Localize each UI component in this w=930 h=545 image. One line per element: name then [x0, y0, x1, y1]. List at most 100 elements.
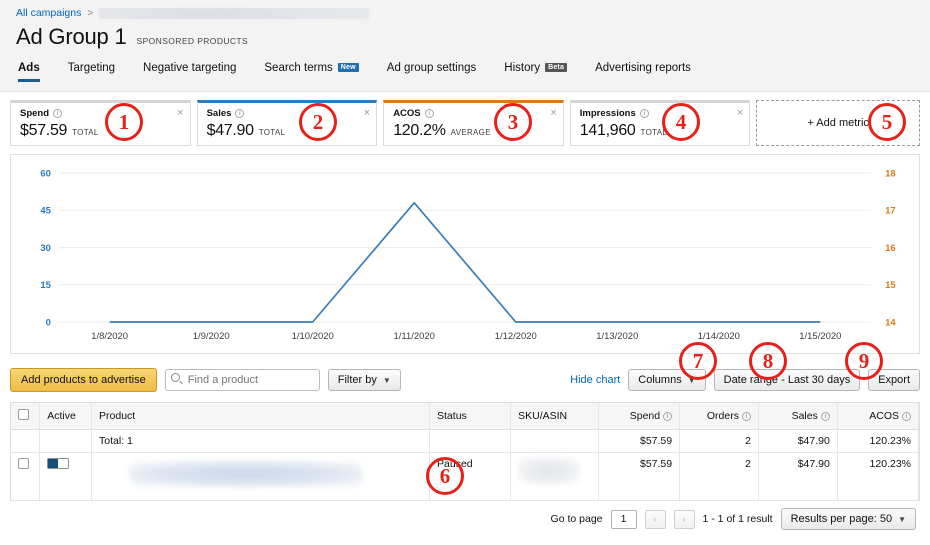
table-header-row: Active Product Status SKU/ASIN Spend i Or… — [11, 403, 920, 430]
info-icon[interactable]: i — [235, 109, 245, 118]
svg-text:1/15/2020: 1/15/2020 — [799, 331, 841, 342]
svg-text:15: 15 — [885, 280, 896, 291]
tab-negative-targeting[interactable]: Negative targeting — [143, 62, 252, 82]
column-active[interactable]: Active — [39, 403, 93, 430]
svg-text:45: 45 — [40, 206, 51, 217]
results-per-page-label: Results per page: 50 — [790, 513, 893, 525]
metric-close-icon[interactable]: × — [177, 108, 183, 119]
metric-unit: TOTAL — [72, 128, 99, 137]
info-icon[interactable]: i — [820, 411, 830, 421]
metric-value-row: 141,960 TOTAL — [580, 122, 742, 140]
info-icon[interactable]: i — [424, 109, 434, 118]
metric-close-icon[interactable]: × — [737, 108, 743, 119]
metric-card-acos[interactable]: ACOS i × 120.2% AVERAGE — [383, 100, 564, 146]
row-sku-cell — [510, 452, 599, 501]
total-product-cell: Total: 1 — [91, 429, 431, 453]
metric-name: Spend — [20, 108, 50, 119]
column-sales[interactable]: Sales i — [758, 403, 838, 430]
column-sku-asin[interactable]: SKU/ASIN — [510, 403, 599, 430]
metric-card-sales[interactable]: Sales i × $47.90 TOTAL — [196, 100, 378, 146]
go-to-page-label: Go to page — [550, 513, 603, 525]
row-sales-cell: $47.90 — [758, 452, 838, 501]
total-status-cell — [429, 429, 512, 453]
column-product-label: Product — [99, 410, 136, 422]
column-orders-label: Orders — [706, 410, 739, 422]
export-button[interactable]: Export — [868, 369, 920, 391]
tab-label: Search terms — [264, 62, 333, 74]
row-checkbox[interactable] — [18, 458, 29, 469]
metric-unit: TOTAL — [640, 128, 668, 137]
svg-text:14: 14 — [885, 317, 896, 328]
svg-text:60: 60 — [40, 168, 51, 179]
tab-ads[interactable]: Ads — [18, 62, 56, 82]
metric-card-row: Spend i × $57.59 TOTAL Sales i × $47.90 TOTAL ACOS… — [0, 92, 930, 154]
info-icon[interactable]: i — [902, 411, 911, 421]
tab-label: Targeting — [67, 62, 116, 74]
add-products-to-advertise-button[interactable]: Add products to advertise — [10, 368, 157, 392]
metric-card-impressions[interactable]: Impressions i × 141,960 TOTAL — [569, 100, 751, 146]
total-spend-cell: $57.59 — [598, 429, 681, 453]
next-page-icon[interactable]: › — [673, 509, 695, 529]
tab-advertising-reports[interactable]: Advertising reports — [595, 62, 707, 82]
breadcrumb-all-campaigns[interactable]: All campaigns — [16, 7, 81, 19]
performance-chart-panel: 0 15 30 45 60 14 15 16 17 18 1/8/2020 1/9/2020 1/10/… — [10, 154, 920, 354]
table-head: Active Product Status SKU/ASIN Spend i Or… — [11, 403, 920, 430]
metric-head: Spend i — [20, 108, 182, 119]
search-input[interactable] — [164, 369, 320, 391]
tab-bar: Ads Targeting Negative targeting Search ter… — [0, 50, 930, 82]
svg-text:1/12/2020: 1/12/2020 — [495, 331, 537, 342]
metric-value-row: $57.59 TOTAL — [20, 122, 182, 140]
total-select-cell — [11, 429, 41, 453]
page-subtitle: SPONSORED PRODUCTS — [136, 36, 249, 46]
hide-chart-link[interactable]: Hide chart — [570, 374, 620, 386]
product-search-box — [164, 369, 320, 391]
metric-unit: TOTAL — [258, 128, 286, 137]
table-row: Paused $57.59 2 $47.90 120.23% — [11, 452, 920, 501]
tab-history[interactable]: History Beta — [504, 62, 583, 82]
row-orders-cell: 2 — [679, 452, 759, 501]
active-toggle[interactable] — [47, 458, 70, 469]
metric-close-icon[interactable]: × — [550, 108, 556, 119]
column-status[interactable]: Status — [429, 403, 512, 430]
info-icon[interactable]: i — [53, 109, 63, 118]
breadcrumb: All campaigns > — [0, 0, 930, 20]
product-thumbnail-redacted — [129, 461, 362, 487]
svg-text:1/9/2020: 1/9/2020 — [193, 331, 230, 342]
tab-label: Advertising reports — [595, 62, 691, 74]
tab-ad-group-settings[interactable]: Ad group settings — [387, 62, 493, 82]
metric-head: Impressions i — [580, 108, 742, 119]
svg-text:16: 16 — [885, 243, 896, 254]
filter-by-button[interactable]: Filter by ▼ — [327, 369, 401, 391]
column-select-all[interactable] — [11, 403, 41, 430]
metric-value-row: $47.90 TOTAL — [207, 122, 369, 140]
column-product[interactable]: Product — [91, 403, 431, 430]
info-icon[interactable]: i — [663, 411, 673, 421]
table-toolbar: Add products to advertise Filter by ▼ Hi… — [10, 366, 920, 394]
row-select-cell[interactable] — [11, 452, 41, 501]
column-acos[interactable]: ACOS i — [837, 403, 920, 430]
date-range-button[interactable]: Date range - Last 30 days — [713, 369, 861, 391]
sku-redacted — [518, 458, 581, 484]
metric-card-spend[interactable]: Spend i × $57.59 TOTAL — [10, 100, 191, 146]
results-per-page-button[interactable]: Results per page: 50 ▼ — [780, 508, 916, 530]
tab-search-terms[interactable]: Search terms New — [264, 62, 374, 82]
previous-page-icon[interactable]: ‹ — [644, 509, 666, 529]
info-icon[interactable]: i — [639, 109, 649, 118]
page-number-input[interactable] — [610, 509, 637, 529]
chevron-down-icon: ▼ — [382, 375, 391, 385]
column-spend[interactable]: Spend i — [598, 403, 681, 430]
select-all-checkbox[interactable] — [18, 409, 29, 420]
tab-targeting[interactable]: Targeting — [68, 62, 131, 82]
svg-text:15: 15 — [40, 280, 51, 291]
column-active-label: Active — [47, 410, 76, 422]
column-orders[interactable]: Orders i — [679, 403, 759, 430]
metric-close-icon[interactable]: × — [364, 108, 370, 119]
info-icon[interactable]: i — [741, 411, 751, 421]
row-active-cell[interactable] — [39, 452, 93, 501]
total-sku-cell — [510, 429, 599, 453]
svg-text:1/14/2020: 1/14/2020 — [698, 331, 740, 342]
add-metric-button[interactable]: + Add metric — [756, 100, 920, 146]
columns-button[interactable]: Columns ▼ — [628, 369, 706, 391]
column-sku-asin-label: SKU/ASIN — [518, 410, 568, 422]
row-product-cell[interactable] — [91, 452, 431, 501]
